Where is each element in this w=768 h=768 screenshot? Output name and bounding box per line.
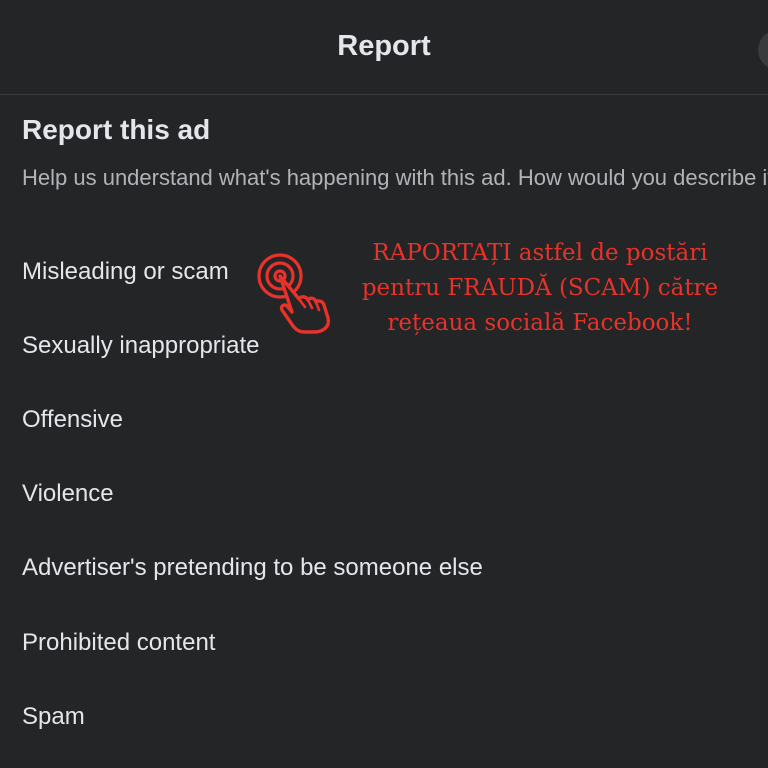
option-offensive[interactable]: Offensive <box>22 406 123 434</box>
section-description: Help us understand what's happening with… <box>22 165 768 190</box>
option-pretending-to-be-someone-else[interactable]: Advertiser's pretending to be someone el… <box>22 554 483 582</box>
annotation-line-1: RAPORTAȚI astfel de postări <box>372 240 708 266</box>
dialog-header: Report <box>0 0 768 95</box>
option-misleading-or-scam[interactable]: Misleading or scam <box>22 258 229 286</box>
annotation-line-2: pentru FRAUDĂ (SCAM) către <box>361 275 719 301</box>
tap-hand-icon <box>257 253 331 334</box>
dialog-title: Report <box>337 30 431 62</box>
option-spam[interactable]: Spam <box>22 703 85 731</box>
report-dialog: Report Report this ad Help us understand… <box>0 0 768 768</box>
option-violence[interactable]: Violence <box>22 480 114 508</box>
annotation-line-3: rețeaua socială Facebook! <box>387 310 693 336</box>
scam-warning-annotation: RAPORTAȚI astfel de postări pentru FRAUD… <box>335 236 745 341</box>
option-sexually-inappropriate[interactable]: Sexually inappropriate <box>22 332 259 360</box>
option-prohibited-content[interactable]: Prohibited content <box>22 629 215 657</box>
section-heading: Report this ad <box>22 114 211 145</box>
